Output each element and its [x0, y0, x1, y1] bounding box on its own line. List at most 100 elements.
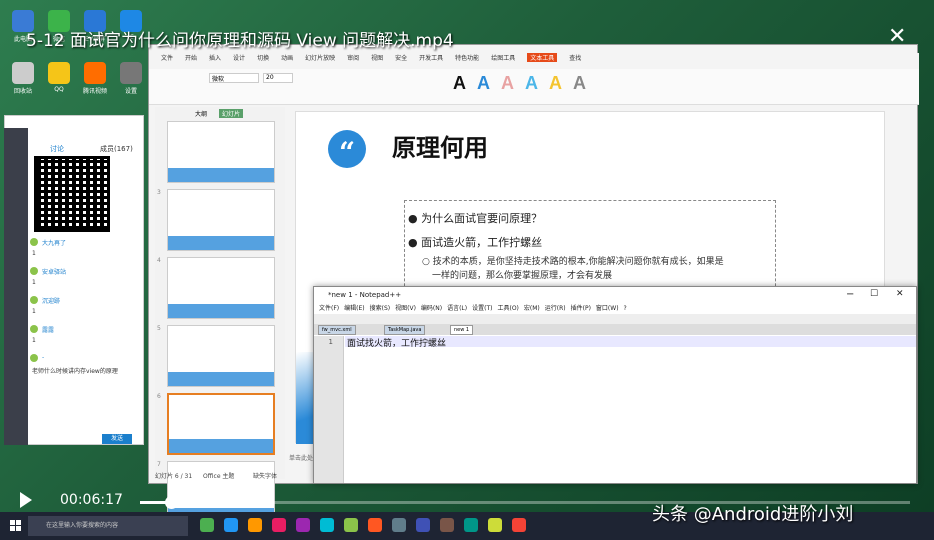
notepad-menu-item[interactable]: 文件(F) — [319, 305, 339, 312]
taskbar-app-icon[interactable] — [320, 518, 334, 532]
text-style-cyan[interactable]: A — [525, 73, 538, 94]
elapsed-time: 00:06:17 — [60, 492, 123, 508]
notepad-menu-item[interactable]: 视图(V) — [395, 305, 416, 312]
avatar — [30, 354, 38, 362]
taskbar-app-icon[interactable] — [224, 518, 238, 532]
chat-author: 安卓驿站 — [42, 269, 67, 276]
text-style-red-outline[interactable]: A — [501, 73, 514, 94]
taskbar-app-icon[interactable] — [248, 518, 262, 532]
missing-font[interactable]: 缺失字体 — [253, 471, 277, 480]
slide-number: 6 — [157, 393, 161, 400]
text-style-blue[interactable]: A — [477, 73, 490, 94]
editor-line-1[interactable]: 面试找火箭，工作拧螺丝 — [345, 336, 916, 349]
wps-menu-item[interactable]: 查找 — [569, 53, 581, 62]
chat-text: 1 — [32, 250, 36, 257]
line-number: 1 — [328, 338, 333, 346]
wps-menu-item[interactable]: 特色功能 — [455, 53, 479, 62]
send-button[interactable]: 发送 — [102, 434, 132, 444]
taskbar-app-icon[interactable] — [512, 518, 526, 532]
notepad-menu-item[interactable]: 窗口(W) — [596, 305, 619, 312]
sub-bullet-1: ○ 技术的本质，是你坚持走技术路的根本,你能解决问题你就有成长，如果是 — [422, 257, 724, 267]
chat-tab-members[interactable]: 成员(167) — [100, 144, 133, 154]
slide-thumbnail[interactable] — [167, 257, 275, 319]
notepad-menu-item[interactable]: 插件(P) — [571, 305, 591, 312]
slide-count: 幻灯片 6 / 31 — [155, 473, 193, 480]
wps-menu-item[interactable]: 动画 — [281, 53, 293, 62]
desktop-icon[interactable]: 腾讯视频 — [78, 62, 112, 102]
quote-icon: “ — [328, 130, 366, 169]
slide-thumbnail[interactable] — [167, 121, 275, 183]
wps-menu-item[interactable]: 文本工具 — [527, 53, 558, 62]
chat-tab-discussion[interactable]: 讨论 — [50, 144, 64, 154]
wps-menu-item[interactable]: 安全 — [395, 53, 407, 62]
notepad-menu-item[interactable]: 运行(R) — [545, 305, 566, 312]
thumbnail-band — [168, 372, 274, 386]
notepad-title: *new 1 - Notepad++ — [328, 291, 402, 299]
taskbar-app-icon[interactable] — [200, 518, 214, 532]
chat-message: 安卓驿站 1 — [30, 265, 142, 293]
taskbar-app-icon[interactable] — [464, 518, 478, 532]
app-icon — [120, 62, 142, 84]
font-size-select[interactable]: 20 — [263, 73, 293, 83]
notepad-menu-item[interactable]: ? — [624, 305, 627, 312]
font-name-select[interactable]: 微软 — [209, 73, 259, 83]
taskbar-app-icon[interactable] — [392, 518, 406, 532]
wps-menu-item[interactable]: 视图 — [371, 53, 383, 62]
desktop-icon[interactable]: 设置 — [114, 62, 148, 102]
taskbar-app-icon[interactable] — [296, 518, 310, 532]
notepad-menu-item[interactable]: 语言(L) — [447, 305, 467, 312]
taskbar-app-icon[interactable] — [440, 518, 454, 532]
text-style-black[interactable]: A — [453, 73, 466, 94]
chat-text: 老师什么时候讲内存view的原理 — [32, 368, 118, 375]
wps-ribbon: 微软 20 A A A A A A — [149, 69, 919, 105]
wps-menu-item[interactable]: 切换 — [257, 53, 269, 62]
theme-name: Office 主题 — [203, 473, 235, 480]
editor-area[interactable] — [345, 347, 916, 483]
desktop-icon[interactable]: 回收站 — [6, 62, 40, 102]
text-style-yellow[interactable]: A — [549, 73, 562, 94]
wps-menu-item[interactable]: 插入 — [209, 53, 221, 62]
tab-slides[interactable]: 幻灯片 — [219, 109, 244, 118]
play-button[interactable] — [20, 492, 32, 508]
wps-menu-item[interactable]: 文件 — [161, 53, 173, 62]
desktop-icon-label: 回收站 — [13, 88, 32, 95]
minimize-button[interactable]: − — [846, 289, 854, 300]
slide-thumbnail[interactable] — [167, 393, 275, 455]
taskbar-app-icon[interactable] — [368, 518, 382, 532]
wps-menu-item[interactable]: 开始 — [185, 53, 197, 62]
wps-menu-item[interactable]: 开发工具 — [419, 53, 443, 62]
desktop-icon[interactable]: QQ — [42, 62, 76, 102]
wps-menu-item[interactable]: 审阅 — [347, 53, 359, 62]
wps-menu-item[interactable]: 幻灯片放映 — [305, 53, 335, 62]
slide-thumbnail[interactable] — [167, 325, 275, 387]
taskbar-app-icon[interactable] — [272, 518, 286, 532]
video-title: 5-12 面试官为什么问你原理和源码 View 问题解决.mp4 — [26, 31, 454, 51]
taskbar-app-icon[interactable] — [344, 518, 358, 532]
thumbnail-band — [168, 168, 274, 182]
taskbar-app-icon[interactable] — [488, 518, 502, 532]
notepad-tab[interactable]: new 1 — [450, 325, 474, 335]
notepad-menu-item[interactable]: 设置(T) — [472, 305, 492, 312]
notepad-tab[interactable]: TaskMap.java — [384, 325, 426, 335]
thumbnail-band — [168, 236, 274, 250]
notepad-menu-item[interactable]: 搜索(S) — [370, 305, 391, 312]
wps-menu-item[interactable]: 设计 — [233, 53, 245, 62]
desktop-icon-label: 设置 — [124, 88, 137, 95]
wps-menu-item[interactable]: 绘图工具 — [491, 53, 515, 62]
close-video-button[interactable]: ✕ — [888, 24, 906, 49]
taskbar-app-icon[interactable] — [416, 518, 430, 532]
chat-message: 大九再了 1 — [30, 236, 142, 264]
notepad-tab[interactable]: fw_mvc.xml — [318, 325, 356, 335]
notepad-menu-item[interactable]: 宏(M) — [524, 305, 540, 312]
notepad-menu-item[interactable]: 工具(O) — [497, 305, 518, 312]
text-style-gray[interactable]: A — [573, 73, 586, 94]
progress-knob[interactable] — [164, 496, 178, 509]
windows-start-icon[interactable] — [10, 520, 22, 532]
maximize-button[interactable]: ☐ — [870, 289, 878, 299]
notepad-menu-item[interactable]: 编码(N) — [421, 305, 442, 312]
slide-thumbnail[interactable] — [167, 189, 275, 251]
tab-outline[interactable]: 大纲 — [195, 109, 207, 118]
taskbar-search[interactable]: 在这里输入你要搜索的内容 — [28, 516, 188, 536]
close-button[interactable]: ✕ — [896, 289, 904, 299]
notepad-menu-item[interactable]: 编辑(E) — [344, 305, 364, 312]
